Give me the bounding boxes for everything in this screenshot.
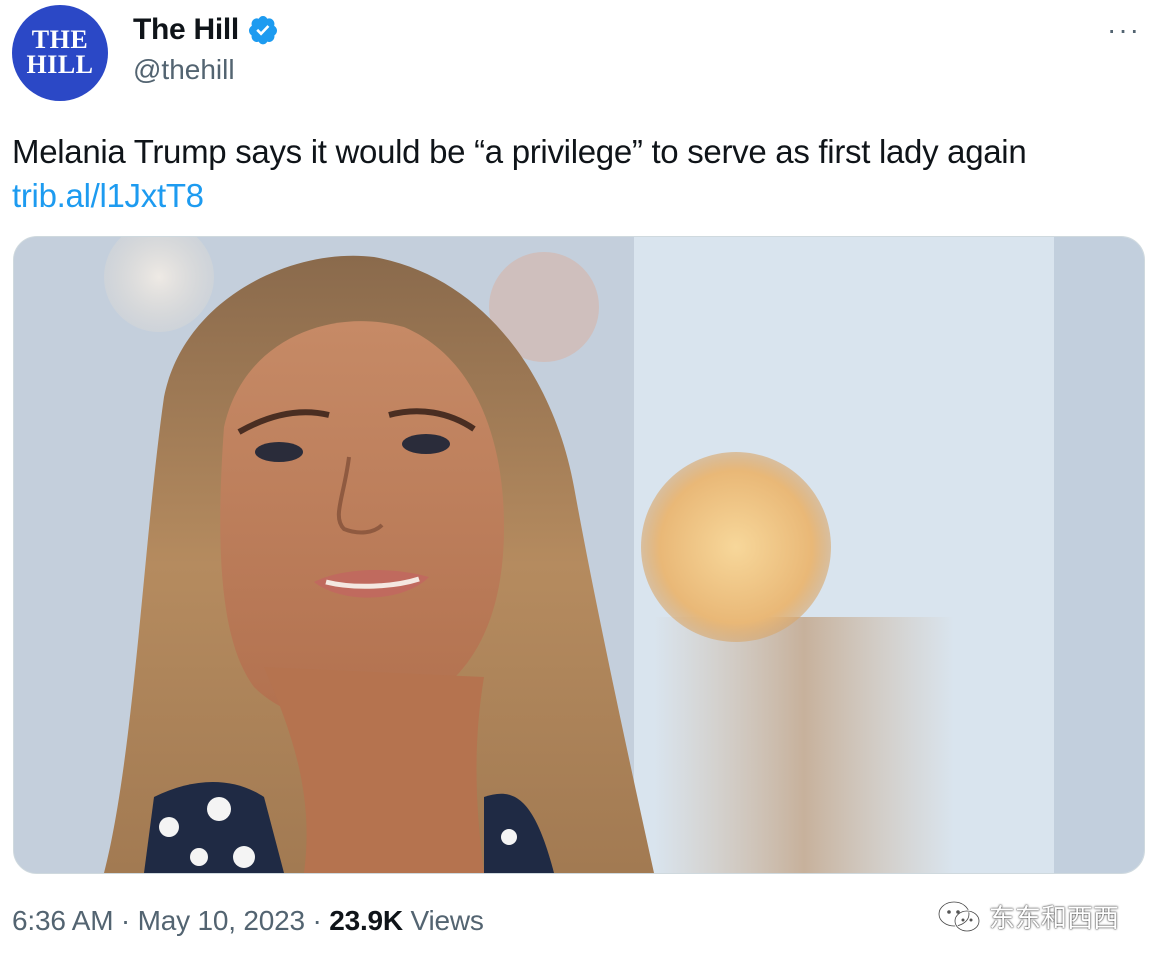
avatar-text-line-2: HILL	[26, 50, 94, 79]
verified-badge-icon	[248, 16, 277, 45]
tweet-link[interactable]: trib.al/l1JxtT8	[12, 174, 1142, 218]
tweet-meta: 6:36 AM · May 10, 2023 · 23.9K Views	[12, 905, 484, 937]
more-horizontal-icon[interactable]: ···	[1107, 14, 1141, 46]
author-handle[interactable]: @thehill	[133, 54, 235, 86]
watermark: 东东和西西	[937, 898, 1119, 935]
separator-dot: ·	[113, 905, 138, 936]
views-label: Views	[402, 905, 484, 936]
separator-dot: ·	[304, 905, 330, 936]
watermark-text: 东东和西西	[988, 903, 1119, 933]
tweet-date[interactable]: May 10, 2023	[138, 905, 305, 936]
views-count: 23.9K	[329, 905, 403, 936]
author-display-name[interactable]: The Hill	[133, 13, 239, 47]
avatar[interactable]: THE HILL	[12, 5, 108, 101]
tweet-body: Melania Trump says it would be “a privil…	[12, 133, 1027, 170]
photo-illustration	[14, 237, 1144, 873]
author-name-row[interactable]: The Hill	[133, 10, 279, 50]
tweet-text: Melania Trump says it would be “a privil…	[12, 130, 1142, 218]
tweet-time[interactable]: 6:36 AM	[12, 905, 114, 936]
tweet-photo[interactable]	[13, 236, 1145, 874]
wechat-icon	[937, 900, 981, 932]
